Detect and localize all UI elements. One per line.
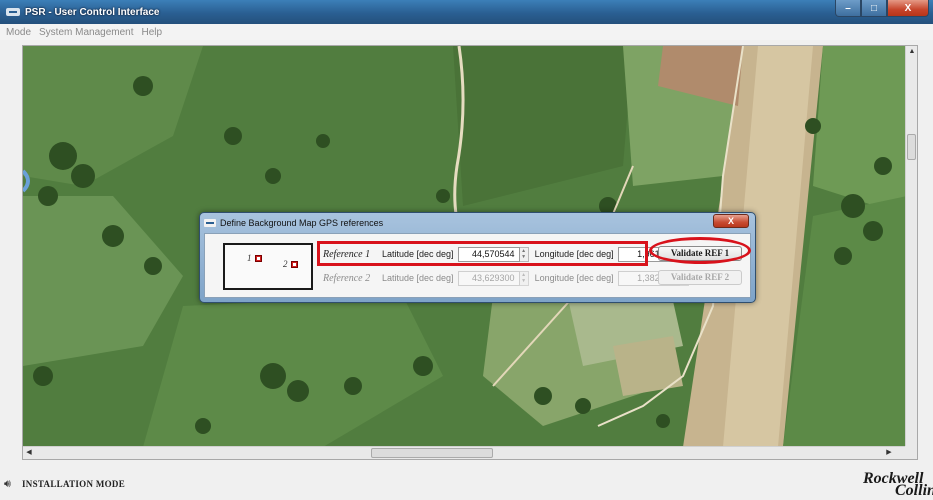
menu-mode[interactable]: Mode [6, 27, 31, 38]
app-icon [6, 8, 20, 16]
logo-line-2: Collins [895, 482, 933, 499]
window-title-bar: PSR - User Control Interface – □ X [0, 0, 933, 24]
validate-ref-2-button: Validate REF 2 [658, 270, 742, 285]
reference-2-marker: 2 [283, 259, 298, 269]
window-controls: – □ X [835, 0, 929, 19]
reference-2-marker-label: 2 [283, 259, 288, 269]
menu-help[interactable]: Help [142, 27, 163, 38]
reference-2-row: Reference 2 Latitude [dec deg] 43,629300… [323, 270, 691, 286]
reference-2-latitude-input: 43,629300 [457, 270, 520, 286]
window-title: PSR - User Control Interface [25, 6, 160, 18]
rockwell-collins-logo: Rockwell Collins [855, 470, 933, 500]
dialog-title-bar: Define Background Map GPS references [204, 215, 383, 230]
red-square-icon [290, 260, 298, 268]
validate-ref-1-highlight [649, 237, 751, 264]
longitude-label: Longitude [dec deg] [534, 273, 614, 283]
scroll-up-arrow-icon[interactable]: ▲ [906, 46, 917, 58]
vertical-scrollbar[interactable]: ▲ [905, 46, 917, 447]
reference-1-marker-label: 1 [247, 253, 252, 263]
menu-system-management[interactable]: System Management [39, 27, 134, 38]
latitude-spinner: ▲ ▼ [519, 270, 529, 286]
minimize-button[interactable]: – [835, 0, 861, 17]
dialog-body: 1 2 Reference 1 Latitude [dec deg] 44,57… [204, 233, 751, 298]
red-square-icon [254, 254, 262, 262]
scroll-corner [905, 446, 917, 459]
gps-reference-dialog: Define Background Map GPS references X 1… [199, 212, 756, 303]
close-button[interactable]: X [887, 0, 929, 17]
scroll-left-arrow-icon[interactable]: ◀ [23, 447, 35, 459]
spin-down-icon: ▼ [521, 277, 527, 284]
reference-preview-box: 1 2 [223, 243, 313, 290]
horizontal-scroll-thumb[interactable] [371, 448, 493, 458]
vertical-scroll-thumb[interactable] [907, 134, 916, 160]
status-mode-text: INSTALLATION MODE [22, 479, 126, 489]
maximize-button[interactable]: □ [861, 0, 887, 17]
menu-bar: Mode System Management Help [0, 24, 933, 40]
status-bar: 🔊︎ INSTALLATION MODE Rockwell Collins [0, 468, 933, 500]
horizontal-scrollbar[interactable]: ◀ ▶ [23, 446, 907, 459]
reference-1-highlight [317, 241, 648, 266]
dialog-close-button[interactable]: X [713, 214, 749, 228]
speaker-icon[interactable]: 🔊︎ [4, 478, 20, 491]
reference-2-label: Reference 2 [323, 272, 371, 284]
reference-1-marker: 1 [247, 253, 262, 263]
dialog-app-icon [204, 218, 216, 227]
dialog-title: Define Background Map GPS references [220, 217, 384, 228]
scroll-right-arrow-icon[interactable]: ▶ [883, 447, 895, 459]
latitude-label: Latitude [dec deg] [382, 273, 454, 283]
